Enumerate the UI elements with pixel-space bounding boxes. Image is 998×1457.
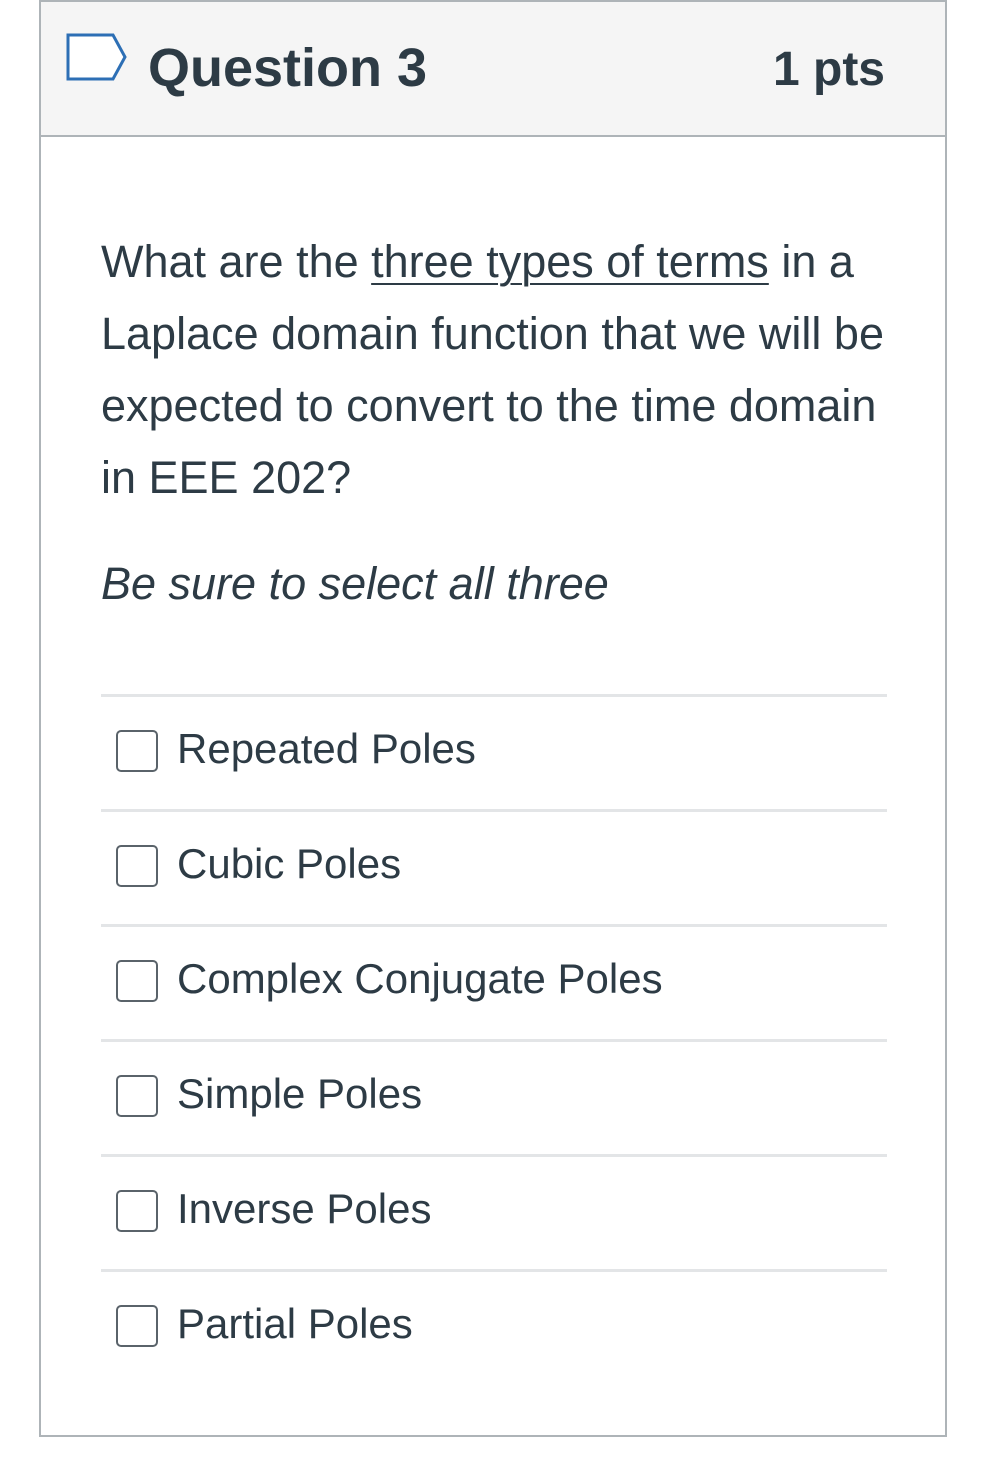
question-points: 1 pts bbox=[772, 43, 885, 96]
answer-option[interactable]: Simple Poles bbox=[101, 1039, 887, 1154]
answer-checkbox[interactable] bbox=[116, 730, 158, 772]
question-text-underlined: three types of terms bbox=[371, 236, 769, 287]
question-header: Question 3 1 pts bbox=[41, 2, 945, 137]
answer-label[interactable]: Cubic Poles bbox=[177, 838, 401, 890]
answer-option[interactable]: Inverse Poles bbox=[101, 1154, 887, 1269]
answer-checkbox[interactable] bbox=[116, 1075, 158, 1117]
answer-option[interactable]: Cubic Poles bbox=[101, 809, 887, 924]
question-text: What are the three types of terms in a L… bbox=[101, 226, 891, 514]
answer-checkbox[interactable] bbox=[116, 1305, 158, 1347]
answer-label[interactable]: Inverse Poles bbox=[177, 1183, 431, 1235]
question-title: Question 3 bbox=[148, 38, 428, 98]
answer-label[interactable]: Complex Conjugate Poles bbox=[177, 953, 663, 1005]
answer-checkbox[interactable] bbox=[116, 960, 158, 1002]
answer-checkbox[interactable] bbox=[116, 845, 158, 887]
answer-option[interactable]: Complex Conjugate Poles bbox=[101, 924, 887, 1039]
question-body: What are the three types of terms in a L… bbox=[101, 226, 891, 614]
answer-option[interactable]: Repeated Poles bbox=[101, 694, 887, 809]
answer-list: Repeated Poles Cubic Poles Complex Conju… bbox=[101, 694, 887, 1380]
question-card: Question 3 1 pts What are the three type… bbox=[39, 0, 947, 1437]
flag-outline-icon[interactable] bbox=[65, 32, 129, 82]
answer-checkbox[interactable] bbox=[116, 1190, 158, 1232]
answer-label[interactable]: Partial Poles bbox=[177, 1298, 413, 1350]
question-text-part: What are the bbox=[101, 236, 372, 287]
answer-option[interactable]: Partial Poles bbox=[101, 1269, 887, 1380]
question-instruction: Be sure to select all three bbox=[101, 558, 609, 609]
answer-label[interactable]: Simple Poles bbox=[177, 1068, 422, 1120]
answer-label[interactable]: Repeated Poles bbox=[177, 723, 476, 775]
